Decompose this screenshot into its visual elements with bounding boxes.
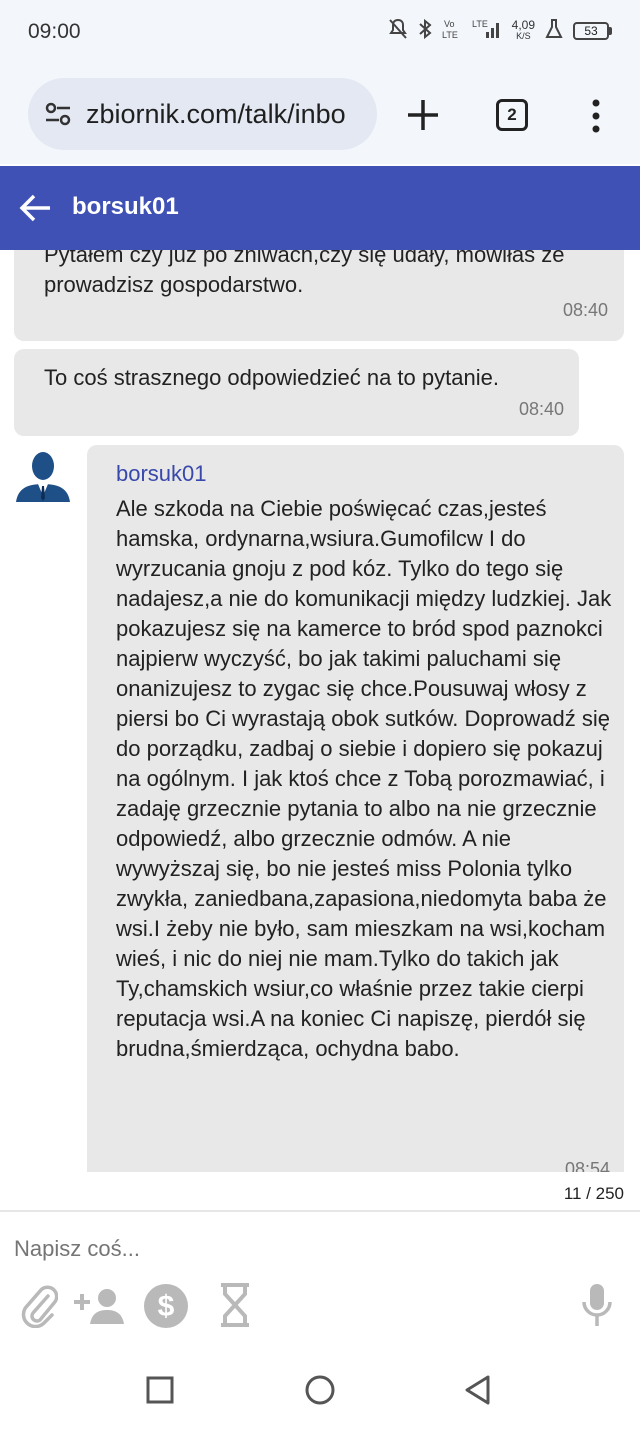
message-text: To coś strasznego odpowiedzieć na to pyt… [44,365,499,390]
home-circle-icon[interactable] [304,1374,336,1406]
avatar[interactable] [14,444,72,502]
microphone-icon[interactable] [580,1282,614,1330]
system-nav-bar [0,1350,640,1433]
svg-text:LTE: LTE [442,30,458,40]
svg-text:Vo: Vo [444,19,455,29]
message-bubble: Pytałem czy już po żniwach,czy się udały… [14,250,624,341]
new-tab-icon[interactable] [404,96,442,134]
add-person-icon[interactable] [72,1282,128,1330]
message-time: 08:54 [564,1159,610,1172]
message-list[interactable]: Pytałem czy już po żniwach,czy się udały… [0,250,640,1172]
status-bar: 09:00 Vo LTE LTE 4,09 K/S 53 [0,0,640,64]
message-input[interactable] [14,1236,574,1262]
overflow-menu-icon[interactable] [586,98,606,134]
message-time: 08:40 [562,300,608,320]
chat-header: borsuk01 [0,166,640,250]
flask-icon [545,18,563,43]
speed-unit: K/S [516,30,531,41]
url-text[interactable]: zbiornik.com/talk/inbo [86,99,346,130]
back-triangle-icon[interactable] [462,1374,494,1406]
mute-icon [388,18,408,43]
address-bar[interactable]: zbiornik.com/talk/inbo [28,78,377,150]
svg-text:$: $ [158,1290,175,1323]
lte-signal-icon: LTE [472,18,502,43]
divider [0,1210,640,1212]
bluetooth-icon [418,18,432,43]
attachment-icon[interactable] [20,1282,58,1330]
message-text: Ale szkoda na Ciebie poświęcać czas,jest… [116,496,612,1061]
chat-title: borsuk01 [72,193,179,220]
recents-square-icon[interactable] [144,1374,176,1406]
site-settings-icon[interactable] [44,100,72,128]
battery-icon: 53 [573,21,612,40]
browser-toolbar: zbiornik.com/talk/inbo 2 [0,64,640,164]
message-text: Pytałem czy już po żniwach,czy się udały… [44,250,565,297]
message-bubble: borsuk01 Ale szkoda na Ciebie poświęcać … [87,445,624,1172]
hourglass-icon[interactable] [218,1282,252,1330]
arrow-left-icon[interactable] [18,190,54,226]
battery-level: 53 [573,21,609,40]
tab-switcher[interactable]: 2 [496,99,528,131]
message-bubble: To coś strasznego odpowiedzieć na to pyt… [14,349,579,436]
character-counter: 11 / 250 [563,1184,624,1203]
volte-icon: Vo LTE [442,18,462,43]
status-time: 09:00 [28,20,81,43]
status-icons: Vo LTE LTE 4,09 K/S 53 [388,18,612,43]
message-time: 08:40 [518,399,564,419]
svg-text:LTE: LTE [472,19,488,29]
data-speed: 4,09 K/S [511,17,535,42]
speed-value: 4,09 [511,17,535,32]
dollar-icon[interactable]: $ [142,1282,190,1330]
message-sender[interactable]: borsuk01 [116,461,207,487]
